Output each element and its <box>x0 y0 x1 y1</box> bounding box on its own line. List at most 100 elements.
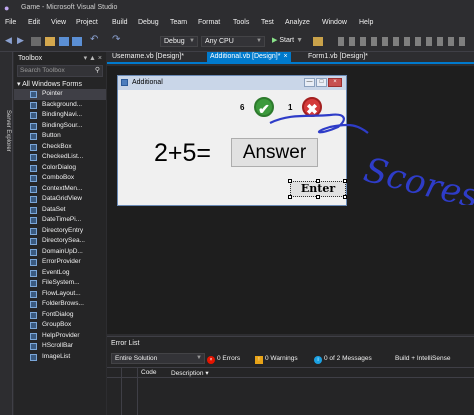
menu-view[interactable]: View <box>51 19 66 26</box>
menu-team[interactable]: Team <box>170 19 187 26</box>
tab-form1-design[interactable]: Form1.vb [Design]* <box>305 52 371 62</box>
menu-test[interactable]: Test <box>261 19 274 26</box>
toolbox-item[interactable]: FlowLayout... <box>14 289 106 300</box>
toolbox-item[interactable]: DirectorySea... <box>14 236 106 247</box>
error-list-title: Error List <box>111 340 140 347</box>
toolbox-item[interactable]: BindingSour... <box>14 121 106 132</box>
save-all-icon[interactable] <box>72 37 82 46</box>
forward-icon[interactable]: ▶ <box>17 35 27 45</box>
toolbox-item-label: Pointer <box>42 90 63 97</box>
align-icon[interactable] <box>360 37 366 46</box>
toolbox-item[interactable]: Pointer <box>14 89 106 100</box>
toolbox-title: Toolbox <box>18 55 43 62</box>
minimize-icon[interactable]: — <box>304 78 315 87</box>
align-icon[interactable] <box>371 37 377 46</box>
messages-filter-button[interactable]: i0 of 2 Messages <box>314 353 372 364</box>
menu-file[interactable]: File <box>5 19 16 26</box>
menu-project[interactable]: Project <box>76 19 98 26</box>
toolbox-item[interactable]: ColorDialog <box>14 163 106 174</box>
toolbox-item[interactable]: CheckedList... <box>14 152 106 163</box>
warnings-count: 0 Warnings <box>265 355 298 362</box>
warnings-filter-button[interactable]: ! 0 Warnings <box>255 353 298 364</box>
toolbox-group-header[interactable]: ▾ All Windows Forms <box>17 80 82 88</box>
control-icon <box>30 196 37 203</box>
align-icon[interactable] <box>415 37 421 46</box>
align-icon[interactable] <box>459 37 465 46</box>
menu-debug[interactable]: Debug <box>138 19 159 26</box>
align-icon[interactable] <box>382 37 388 46</box>
annotation-text: Scores <box>360 150 474 205</box>
close-icon[interactable]: × <box>328 78 342 87</box>
toolbox-item[interactable]: BindingNavi... <box>14 110 106 121</box>
maximize-icon[interactable]: □ <box>316 78 327 87</box>
menu-bar: File Edit View Project Build Debug Team … <box>0 16 474 30</box>
menu-tools[interactable]: Tools <box>233 19 249 26</box>
toolbox-item[interactable]: Background... <box>14 100 106 111</box>
toolbox-item[interactable]: DirectoryEntry <box>14 226 106 237</box>
title-bar: ● Game - Microsoft Visual Studio <box>0 0 474 16</box>
pin-icon[interactable]: ▾ ▲ × <box>84 54 102 62</box>
column-code[interactable]: Code <box>141 369 157 376</box>
form-icon <box>121 79 128 86</box>
toolbox-item-label: HScrollBar <box>42 342 74 349</box>
pointer-icon <box>30 91 37 98</box>
align-icon[interactable] <box>437 37 443 46</box>
toolbox-item[interactable]: FileSystem... <box>14 278 106 289</box>
start-button[interactable]: ▶ Start ▼ <box>272 36 303 44</box>
align-icon[interactable] <box>393 37 399 46</box>
toolbox-item[interactable]: ImageList <box>14 352 106 363</box>
toolbox-item[interactable]: HelpProvider <box>14 331 106 342</box>
toolbox-item[interactable]: CheckBox <box>14 142 106 153</box>
toolbox-item[interactable]: HScrollBar <box>14 341 106 352</box>
menu-format[interactable]: Format <box>198 19 220 26</box>
back-icon[interactable]: ◀ <box>5 35 15 45</box>
platform-select[interactable]: Any CPU ▼ <box>201 36 265 47</box>
errors-filter-button[interactable]: × 0 Errors <box>207 353 240 364</box>
server-explorer-tab[interactable]: Server Explorer <box>0 52 13 415</box>
redo-icon[interactable]: ↷ <box>112 34 122 45</box>
align-icon[interactable] <box>404 37 410 46</box>
align-icon[interactable] <box>448 37 454 46</box>
align-icon[interactable] <box>426 37 432 46</box>
toolbox-item[interactable]: DataSet <box>14 205 106 216</box>
toolbox-item[interactable]: DateTimePi... <box>14 215 106 226</box>
toolbox-item[interactable]: DomainUpD... <box>14 247 106 258</box>
undo-icon[interactable]: ↶ <box>90 34 100 45</box>
menu-window[interactable]: Window <box>322 19 347 26</box>
annotation-stroke <box>269 113 369 134</box>
error-scope-select[interactable]: Entire Solution ▼ <box>111 353 205 364</box>
toolbox-item[interactable]: FontDialog <box>14 310 106 321</box>
configuration-select[interactable]: Debug ▼ <box>160 36 198 47</box>
control-icon <box>30 206 37 214</box>
column-description[interactable]: Description ▾ <box>171 369 209 377</box>
align-icon[interactable] <box>338 37 344 46</box>
toolbox-item[interactable]: ComboBox <box>14 173 106 184</box>
toolbox-item[interactable]: ContextMen... <box>14 184 106 195</box>
tab-additional-design[interactable]: Additional.vb [Design]* × <box>207 52 291 62</box>
open-folder-icon[interactable] <box>45 37 55 46</box>
toolbox-item[interactable]: EventLog <box>14 268 106 279</box>
toolbox-item[interactable]: GroupBox <box>14 320 106 331</box>
menu-analyze[interactable]: Analyze <box>285 19 310 26</box>
toolbar-extra-icon[interactable] <box>313 37 323 46</box>
menu-edit[interactable]: Edit <box>28 19 40 26</box>
align-icon[interactable] <box>349 37 355 46</box>
control-icon <box>30 122 37 130</box>
handwritten-annotation: Scores <box>269 113 474 205</box>
toolbox-item-label: CheckBox <box>42 142 72 150</box>
errors-count: 0 Errors <box>217 355 241 362</box>
toolbox-item[interactable]: DataGridView <box>14 194 106 205</box>
toolbox-search-input[interactable]: Search Toolbox ⚲ <box>17 65 103 77</box>
save-icon[interactable] <box>59 37 69 46</box>
close-icon[interactable]: × <box>283 53 287 60</box>
toolbox-item[interactable]: FolderBrows... <box>14 299 106 310</box>
control-icon <box>30 311 37 319</box>
toolbox-item[interactable]: ErrorProvider <box>14 257 106 268</box>
menu-help[interactable]: Help <box>359 19 373 26</box>
toolbox-item[interactable]: Button <box>14 131 106 142</box>
build-filter-select[interactable]: Build + IntelliSense <box>395 353 450 364</box>
control-icon <box>30 353 37 361</box>
menu-build[interactable]: Build <box>112 19 128 26</box>
tab-username-design[interactable]: Username.vb [Design]* <box>109 52 187 62</box>
new-project-icon[interactable] <box>31 37 41 46</box>
